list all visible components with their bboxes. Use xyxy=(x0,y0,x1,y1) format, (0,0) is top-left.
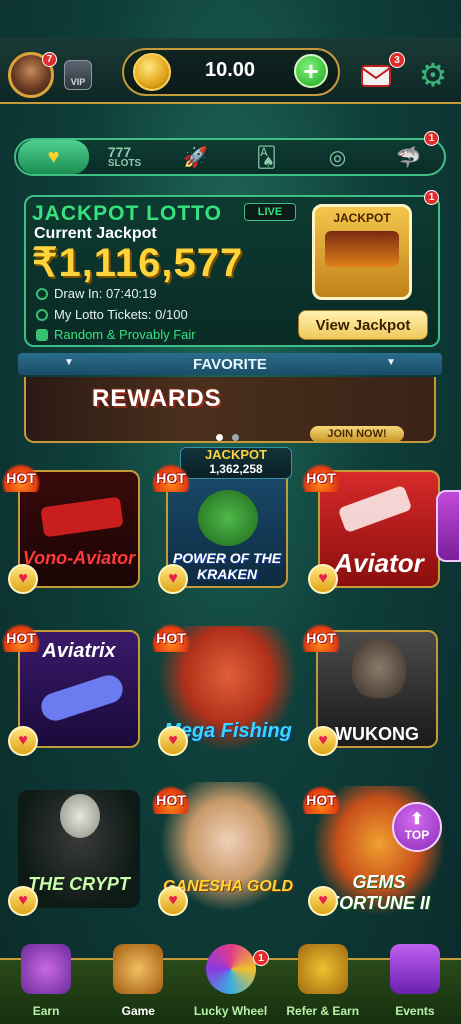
game-title: Vono-Aviator xyxy=(22,548,136,568)
game-tile-the-crypt[interactable]: THE CRYPT xyxy=(18,790,140,908)
join-now-button[interactable]: JOIN NOW! xyxy=(310,426,404,442)
plane-icon xyxy=(337,484,413,534)
lotto-tickets: My Lotto Tickets: 0/100 xyxy=(54,307,188,322)
draw-row: Draw In: 07:40:19 xyxy=(36,286,157,301)
plane-icon xyxy=(40,496,124,538)
roulette-icon: ◎ xyxy=(328,146,347,169)
hot-badge: HOT xyxy=(302,624,340,652)
balance-amount: 10.00 xyxy=(204,59,256,81)
scroll-top-button[interactable]: ⬆ TOP xyxy=(392,802,442,852)
tickets-row: My Lotto Tickets: 0/100 xyxy=(36,307,188,322)
slots-label: SLOTS xyxy=(107,158,142,169)
top-label: TOP xyxy=(404,828,430,842)
nav-events[interactable]: Events xyxy=(369,944,461,1024)
favorite-heart-button[interactable]: ♥ xyxy=(308,726,338,756)
nav-lucky-wheel[interactable]: Lucky Wheel xyxy=(184,944,276,1024)
jackpot-badge: 1 xyxy=(424,190,439,205)
banner-title: REWARDS xyxy=(92,385,222,412)
favorite-bar[interactable]: ▼ FAVORITE ▼ xyxy=(18,353,442,375)
machine-label: JACKPOT xyxy=(333,211,391,225)
nav-label: Refer & Earn xyxy=(286,1004,360,1018)
nav-label: Lucky Wheel xyxy=(193,1004,268,1018)
hot-badge: HOT xyxy=(2,624,40,652)
hot-badge: HOT xyxy=(152,786,190,814)
tab-crash[interactable]: 🚀 xyxy=(160,140,231,174)
live-badge: LIVE xyxy=(244,203,296,221)
arrow-up-icon: ⬆ xyxy=(410,811,424,828)
jackpot-amount: ₹1,116,577 xyxy=(32,241,244,285)
hot-badge: HOT xyxy=(152,464,190,492)
avatar-badge: 7 xyxy=(42,52,57,67)
favorite-heart-button[interactable]: ♥ xyxy=(308,886,338,916)
tab-roulette[interactable]: ◎ xyxy=(302,140,373,174)
favorite-heart-button[interactable]: ♥ xyxy=(158,886,188,916)
kraken-image xyxy=(198,490,258,546)
heart-icon: ♥ xyxy=(47,145,60,168)
draw-time: Draw In: 07:40:19 xyxy=(54,286,157,301)
machine-screen xyxy=(325,231,399,267)
hot-badge: HOT xyxy=(302,786,340,814)
jackpot-title: JACKPOT LOTTO xyxy=(32,202,222,225)
tab-cards[interactable]: 🂡 xyxy=(231,140,302,174)
game-title: Aviator xyxy=(334,548,424,578)
carousel-dot[interactable] xyxy=(216,434,223,441)
kraken-jackpot-value: 1,362,258 xyxy=(209,462,263,476)
slot-machine-icon xyxy=(113,944,164,994)
tab-favorite[interactable]: ♥ xyxy=(18,140,89,174)
hot-badge: HOT xyxy=(302,464,340,492)
tabs-badge: 1 xyxy=(424,131,439,146)
vip-label: VIP xyxy=(70,77,86,87)
clock-icon xyxy=(36,287,48,300)
mail-badge: 3 xyxy=(389,52,405,68)
nav-game[interactable]: Game xyxy=(92,944,184,1024)
hot-badge: HOT xyxy=(152,624,190,652)
carousel-dot[interactable] xyxy=(232,434,239,441)
lucky-wheel-badge: 1 xyxy=(253,950,269,966)
favorite-heart-button[interactable]: ♥ xyxy=(8,886,38,916)
shield-icon xyxy=(36,328,48,341)
share-icon xyxy=(297,944,348,994)
hot-badge: HOT xyxy=(2,464,40,492)
plane-icon xyxy=(37,671,127,725)
nav-refer-earn[interactable]: Refer & Earn xyxy=(277,944,369,1024)
cards-icon: 🂡 xyxy=(256,146,277,169)
game-title: THE CRYPT xyxy=(28,874,130,894)
view-jackpot-button[interactable]: View Jackpot xyxy=(298,310,428,340)
favorite-heart-button[interactable]: ♥ xyxy=(158,564,188,594)
skull-icon xyxy=(60,794,100,838)
favorite-heart-button[interactable]: ♥ xyxy=(8,726,38,756)
coin-icon xyxy=(133,53,171,91)
kraken-jackpot: JACKPOT 1,362,258 xyxy=(180,447,292,479)
gift-icon xyxy=(389,944,440,994)
add-funds-button[interactable]: + xyxy=(294,54,328,88)
favorite-heart-button[interactable]: ♥ xyxy=(8,564,38,594)
kraken-jackpot-label: JACKPOT xyxy=(204,447,268,462)
favorite-heart-button[interactable]: ♥ xyxy=(158,726,188,756)
nav-earn[interactable]: Earn xyxy=(0,944,92,1024)
fair-label: Random & Provably Fair xyxy=(54,327,196,342)
favorite-label: FAVORITE xyxy=(193,355,267,373)
nav-label: Earn xyxy=(32,1004,60,1018)
chevron-down-icon: ▼ xyxy=(64,357,74,368)
wukong-image xyxy=(352,638,406,698)
slots-icon: 777 xyxy=(107,144,132,160)
vip-icon[interactable]: VIP xyxy=(64,60,92,90)
jackpot-machine-image[interactable]: JACKPOT xyxy=(312,204,412,300)
ticket-icon xyxy=(36,308,48,321)
earn-icon xyxy=(21,944,72,994)
chevron-down-icon: ▼ xyxy=(386,357,396,368)
bottom-nav: Earn Game Lucky Wheel Refer & Earn Event… xyxy=(0,944,461,1024)
gear-icon[interactable]: ⚙ xyxy=(416,58,450,92)
category-tabs: ♥ 777 SLOTS 🚀 🂡 ◎ 🦈 xyxy=(14,138,446,176)
side-drawer-tab[interactable] xyxy=(436,490,461,562)
mail-icon[interactable] xyxy=(360,60,394,88)
rocket-icon: 🚀 xyxy=(183,146,208,169)
wheel-icon xyxy=(205,944,256,994)
favorite-heart-button[interactable]: ♥ xyxy=(308,564,338,594)
fair-row: Random & Provably Fair xyxy=(36,327,196,342)
tab-slots[interactable]: 777 SLOTS xyxy=(89,140,160,174)
nav-label: Events xyxy=(395,1004,435,1018)
nav-label: Game xyxy=(121,1004,155,1018)
shark-icon: 🦈 xyxy=(396,146,421,169)
